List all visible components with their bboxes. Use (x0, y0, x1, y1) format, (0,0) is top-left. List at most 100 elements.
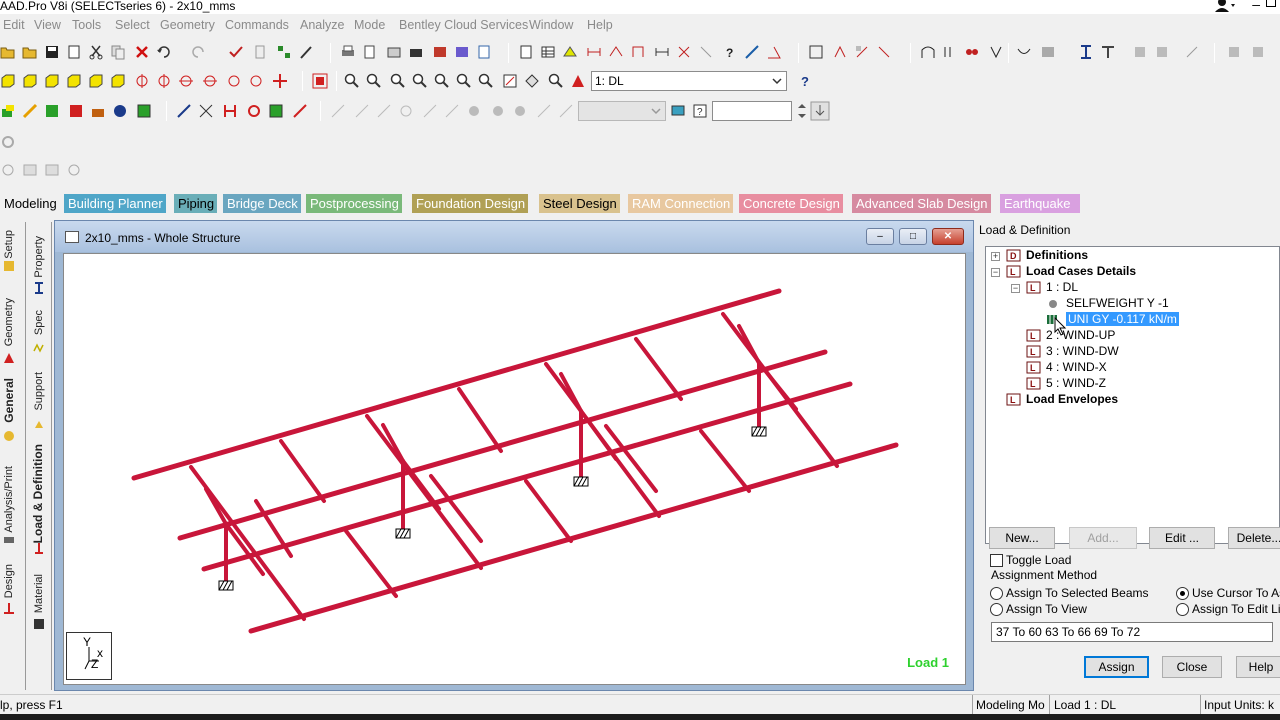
help-button[interactable]: Help (1236, 656, 1280, 678)
structure-canvas[interactable]: Load 1 Y x Z (63, 253, 966, 685)
circular-repeat-icon[interactable] (876, 44, 892, 60)
maximize-icon[interactable] (1266, 0, 1276, 7)
menu-select[interactable]: Select (115, 18, 150, 32)
disabled-1-icon[interactable] (330, 103, 346, 119)
add-plate-icon[interactable] (198, 103, 214, 119)
rotate-icon[interactable] (832, 44, 848, 60)
document-icon[interactable] (476, 44, 492, 60)
tool-grey-4-icon[interactable] (1226, 44, 1242, 60)
value-input[interactable] (712, 101, 792, 121)
disabled-6-icon[interactable] (444, 103, 460, 119)
rafter-2[interactable] (279, 439, 326, 503)
structure-symbols-icon[interactable] (570, 73, 586, 89)
draw-line-icon[interactable] (292, 103, 308, 119)
tab-geometry[interactable]: Geometry (3, 298, 15, 346)
camera-icon[interactable] (408, 44, 424, 60)
snap-grid-icon[interactable] (268, 103, 284, 119)
cube-view-5-icon[interactable] (88, 73, 104, 89)
t-section-icon[interactable] (1100, 44, 1116, 60)
display-view-icon[interactable] (524, 73, 540, 89)
menu-analyze[interactable]: Analyze (300, 18, 344, 32)
use-cursor-radio[interactable] (1176, 587, 1189, 600)
spin-left-icon[interactable] (226, 73, 242, 89)
monitor-icon[interactable] (670, 103, 686, 119)
tab-ram-connection[interactable]: RAM Connection (628, 194, 734, 213)
open-icon[interactable] (0, 44, 16, 60)
edit-list-input[interactable]: 37 To 60 63 To 66 69 To 72 (991, 622, 1273, 642)
collapse-load-cases[interactable]: − (991, 268, 1000, 277)
tool-grey-2-icon[interactable] (1154, 44, 1170, 60)
disabled-9-icon[interactable] (512, 103, 528, 119)
folder-icon[interactable] (22, 44, 38, 60)
close-button[interactable]: Close (1162, 656, 1222, 678)
print-icon[interactable] (340, 44, 356, 60)
add-beam-icon[interactable] (176, 103, 192, 119)
query-icon[interactable]: ? (722, 44, 738, 60)
display-whole-structure-icon[interactable] (312, 73, 328, 89)
print-preview-2-icon[interactable] (362, 44, 378, 60)
cube-view-6-icon[interactable] (110, 73, 126, 89)
add-truss-icon[interactable] (222, 103, 238, 119)
brace-b-4[interactable] (757, 361, 798, 411)
export-icon[interactable] (386, 44, 402, 60)
check-tool-icon[interactable] (228, 44, 244, 60)
disabled-tool-icon[interactable] (698, 44, 714, 60)
cube-view-4-icon[interactable] (66, 73, 82, 89)
delete-icon[interactable] (134, 44, 150, 60)
undo-icon[interactable] (156, 44, 172, 60)
label-icon[interactable] (562, 44, 578, 60)
pipe-icon[interactable] (964, 44, 980, 60)
menu-tools[interactable]: Tools (72, 18, 101, 32)
purlin-3[interactable] (201, 381, 853, 572)
assign-button[interactable]: Assign (1084, 656, 1149, 678)
brace-b-1[interactable] (224, 522, 265, 576)
assign-edit-list-radio[interactable] (1176, 603, 1189, 616)
tab-material[interactable]: Material (33, 574, 45, 613)
tab-spec[interactable]: Spec (33, 310, 45, 335)
download-icon[interactable] (810, 101, 830, 121)
tool-grey-1-icon[interactable] (1132, 44, 1148, 60)
menu-bentley-cloud-services[interactable]: Bentley Cloud Services (399, 18, 528, 32)
tab-steel-design[interactable]: Steel Design (539, 194, 620, 213)
disabled-circle-icon[interactable] (66, 162, 82, 178)
rotate-left-icon[interactable] (178, 73, 194, 89)
picture-album-icon[interactable] (454, 44, 470, 60)
print-preview-icon[interactable] (66, 44, 82, 60)
menu-commands[interactable]: Commands (225, 18, 289, 32)
delete-button[interactable]: Delete... (1228, 527, 1280, 549)
tab-postprocessing[interactable]: Postprocessing (306, 194, 402, 213)
disabled-8-icon[interactable] (490, 103, 506, 119)
select-beams-icon[interactable] (22, 103, 38, 119)
zoom-dynamic-icon[interactable] (434, 73, 450, 89)
bar-icon[interactable] (988, 44, 1004, 60)
disabled-table-icon[interactable] (22, 162, 38, 178)
arch-icon[interactable] (920, 44, 936, 60)
tab-load-and-definition[interactable]: Load & Definition (31, 444, 45, 543)
menu-window[interactable]: Window (529, 18, 573, 32)
assign-selected-beams-radio[interactable] (990, 587, 1003, 600)
cube-view-3-icon[interactable] (44, 73, 60, 89)
tab-property[interactable]: Property (33, 236, 45, 278)
truss-icon[interactable] (942, 44, 958, 60)
page-icon[interactable] (518, 44, 534, 60)
zoom-window-icon[interactable] (344, 73, 360, 89)
table-icon[interactable] (540, 44, 556, 60)
cut-icon[interactable] (88, 44, 104, 60)
select-geometry-icon[interactable] (112, 103, 128, 119)
load-case-combo[interactable]: 1: DL (591, 71, 787, 91)
rafter-6[interactable] (634, 337, 683, 401)
pan-icon[interactable] (272, 73, 288, 89)
zoom-in-icon[interactable] (366, 73, 382, 89)
menu-mode[interactable]: Mode (354, 18, 385, 32)
new-view-icon[interactable] (502, 73, 518, 89)
disabled-gear-icon[interactable] (0, 162, 16, 178)
purlin-1[interactable] (131, 288, 782, 481)
select-surfaces-icon[interactable] (90, 103, 106, 119)
mirror-icon[interactable] (854, 44, 870, 60)
cube-view-2-icon[interactable] (22, 73, 38, 89)
load-tree[interactable]: + D Definitions − L Load Cases Details −… (985, 246, 1280, 544)
magnify-icon[interactable] (548, 73, 564, 89)
bracing-4[interactable] (524, 479, 573, 543)
redo-icon[interactable] (190, 44, 206, 60)
viewport-minimize-button[interactable]: – (866, 228, 894, 245)
